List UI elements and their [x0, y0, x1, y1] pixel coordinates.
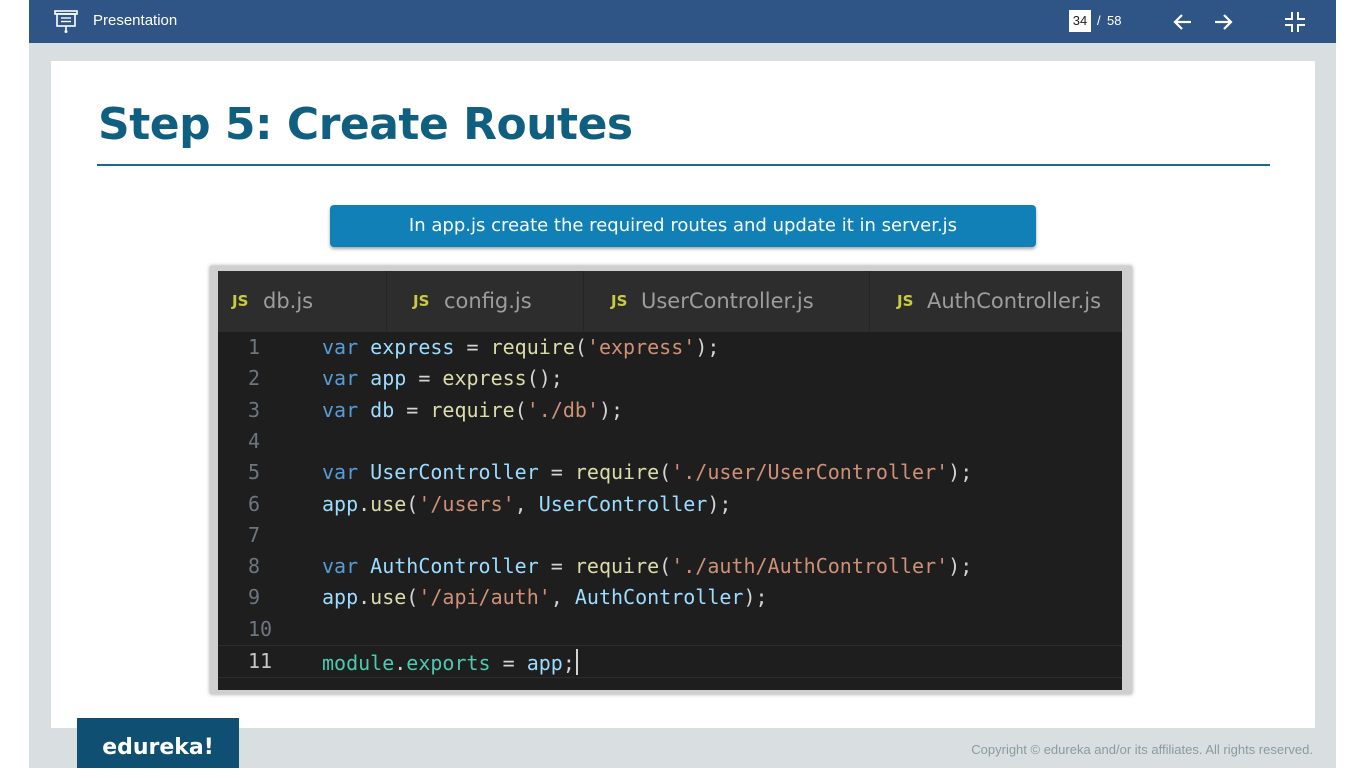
code-area: 1 var express = require('express'); 2 var a… — [218, 332, 1122, 690]
line-number: 9 — [248, 585, 261, 610]
total-pages: 58 — [1107, 13, 1122, 28]
line-number: 3 — [248, 397, 261, 422]
tab-label: AuthController.js — [927, 289, 1102, 313]
code-line: 7 — [218, 520, 1122, 551]
tab-usercontroller-js: JS UserController.js — [584, 271, 870, 332]
code-line: 1 var express = require('express'); — [218, 332, 1122, 363]
presentation-viewer: Presentation 34 / 58 Step 5: Create Rout… — [29, 0, 1336, 768]
tab-label: config.js — [444, 289, 532, 313]
code-line: 5 var UserController = require('./user/Us… — [218, 457, 1122, 488]
exit-fullscreen-button[interactable] — [1283, 10, 1307, 34]
line-number: 8 — [248, 554, 261, 579]
edureka-logo: edureka! — [77, 718, 239, 768]
app-title: Presentation — [93, 12, 178, 29]
tab-label: db.js — [263, 289, 314, 313]
code-text: module.exports = app; — [322, 649, 578, 675]
code-line: 3 var db = require('./db'); — [218, 395, 1122, 426]
line-number: 4 — [248, 428, 261, 453]
js-file-icon: JS — [611, 292, 628, 310]
tab-authcontroller-js: JS AuthController.js — [870, 271, 1122, 332]
tab-config-js: JS config.js — [387, 271, 584, 332]
previous-slide-button[interactable] — [1171, 10, 1195, 34]
js-file-icon: JS — [232, 292, 249, 310]
line-number: 11 — [248, 649, 273, 673]
tab-db-js: JS db.js — [218, 271, 387, 332]
copyright-notice: Copyright © edureka and/or its affiliate… — [971, 742, 1313, 757]
line-number: 5 — [248, 460, 261, 485]
presentation-screen-icon — [54, 10, 78, 33]
code-line: 6 app.use('/users', UserController); — [218, 489, 1122, 520]
viewer-toolbar: Presentation 34 / 58 — [29, 0, 1336, 43]
title-divider — [97, 164, 1270, 166]
code-line: 4 — [218, 426, 1122, 457]
instruction-callout: In app.js create the required routes and… — [330, 205, 1036, 247]
line-number: 6 — [248, 491, 261, 516]
code-text: var AuthController = require('./auth/Aut… — [322, 554, 973, 579]
js-file-icon: JS — [897, 292, 914, 310]
tab-label: UserController.js — [641, 289, 814, 313]
code-text: var db = require('./db'); — [322, 397, 624, 422]
next-slide-button[interactable] — [1211, 10, 1235, 34]
current-page-input[interactable]: 34 — [1069, 10, 1091, 32]
line-number: 10 — [248, 616, 273, 641]
js-file-icon: JS — [413, 292, 430, 310]
code-editor: JS db.js JS config.js JS UserController.… — [218, 271, 1122, 690]
editor-tab-bar: JS db.js JS config.js JS UserController.… — [218, 271, 1122, 332]
line-number: 7 — [248, 522, 261, 547]
code-text: var UserController = require('./user/Use… — [322, 460, 973, 485]
slide-title: Step 5: Create Routes — [98, 99, 633, 150]
line-number: 1 — [248, 335, 261, 359]
code-line: 2 var app = express(); — [218, 363, 1122, 394]
code-text: app.use('/users', UserController); — [322, 491, 732, 516]
code-line: 9 app.use('/api/auth', AuthController); — [218, 582, 1122, 613]
slide: Step 5: Create Routes In app.js create t… — [51, 61, 1315, 728]
code-text: var app = express(); — [322, 366, 563, 391]
page-separator: / — [1097, 13, 1101, 28]
text-cursor — [575, 649, 578, 675]
code-line: 10 — [218, 614, 1122, 645]
code-screenshot: JS db.js JS config.js JS UserController.… — [210, 266, 1132, 694]
line-number: 2 — [248, 366, 261, 391]
code-text: app.use('/api/auth', AuthController); — [322, 585, 768, 610]
code-line: 8 var AuthController = require('./auth/Au… — [218, 551, 1122, 582]
code-text: var express = require('express'); — [322, 335, 720, 359]
code-line: 11 module.exports = app; — [218, 645, 1122, 678]
